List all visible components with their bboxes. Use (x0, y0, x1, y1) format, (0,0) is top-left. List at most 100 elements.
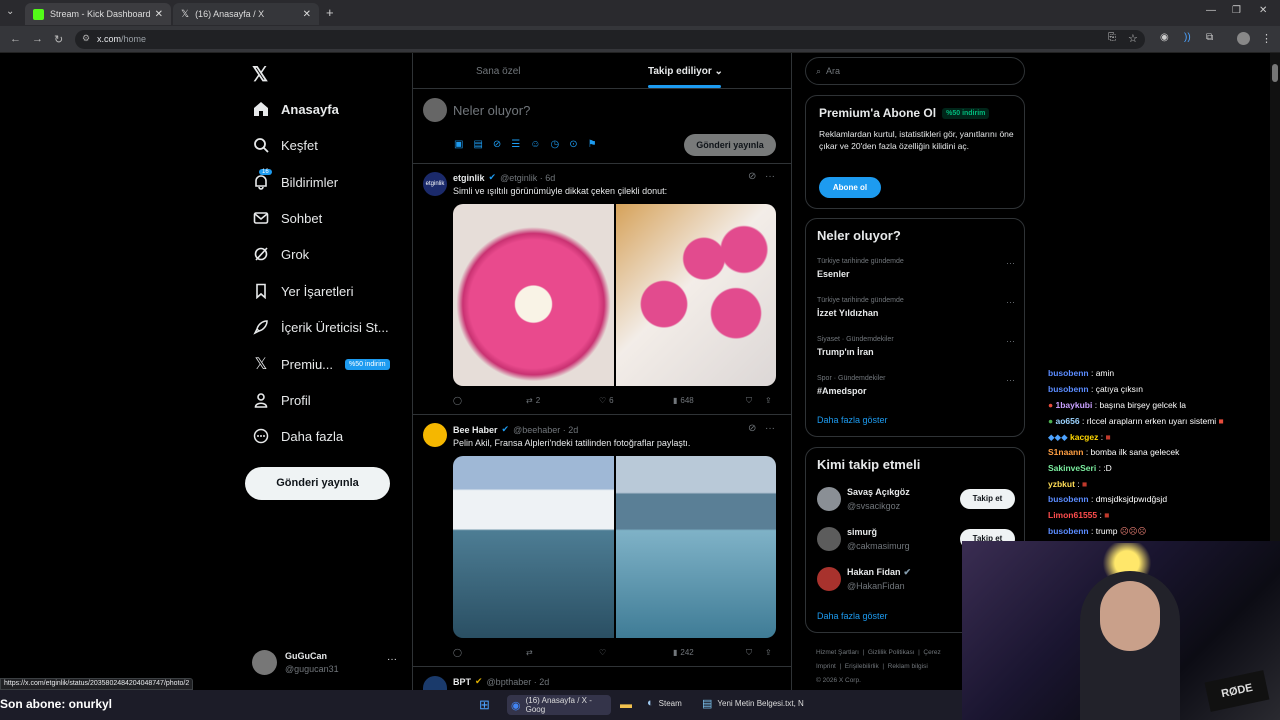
cast-icon[interactable]: ⎘ (1108, 32, 1116, 43)
location-icon[interactable]: ⊙ (569, 139, 577, 150)
more-dots-icon[interactable]: ··· (1006, 297, 1015, 307)
taskbar-steam[interactable]: ◐ Steam (647, 697, 682, 709)
tweet-author[interactable]: etginlik (453, 173, 485, 183)
retweet-action[interactable]: ⇄ 2 (526, 396, 540, 405)
nav-profile[interactable]: Profil (252, 388, 311, 412)
taskbar-explorer[interactable]: ▬ (620, 697, 632, 711)
compose-post-button[interactable]: Gönderi yayınla (684, 134, 776, 156)
tweet-media[interactable] (453, 456, 776, 638)
like-action[interactable]: ♡ 6 (599, 396, 614, 405)
nav-creator-studio[interactable]: İçerik Üreticisi St... (252, 315, 389, 339)
account-switcher[interactable]: GuGuCan @gugucan31 ··· (252, 648, 402, 678)
footer-link[interactable]: Imprint (816, 663, 836, 670)
tweet-author[interactable]: Bee Haber (453, 425, 498, 435)
suggested-avatar[interactable] (817, 567, 841, 591)
more-dots-icon[interactable]: ··· (765, 423, 775, 434)
suggested-avatar[interactable] (817, 487, 841, 511)
nav-home[interactable]: Anasayfa (252, 97, 339, 121)
reply-action[interactable]: ◯ (453, 648, 462, 657)
alps-photo-2[interactable] (615, 456, 776, 638)
new-tab-button[interactable]: + (326, 5, 334, 20)
nav-explore[interactable]: Keşfet (252, 133, 318, 157)
forward-icon[interactable]: → (32, 33, 43, 45)
nav-notifications[interactable]: 16 Bildirimler (252, 169, 338, 194)
subscribe-button[interactable]: Abone ol (819, 177, 881, 198)
nav-messages[interactable]: Sohbet (252, 206, 322, 230)
compose-input[interactable]: Neler oluyor? (453, 103, 530, 118)
back-icon[interactable]: ← (10, 33, 21, 45)
tweet-avatar[interactable]: etginlik (423, 172, 447, 196)
suggested-name[interactable]: simurğ (847, 527, 877, 537)
footer-link[interactable]: Hizmet Şartları (816, 649, 859, 656)
extensions-puzzle-icon[interactable]: ⧉ (1206, 32, 1213, 43)
tab-list-icon[interactable]: ⌄ (6, 6, 14, 17)
views-action[interactable]: ▮ 648 (673, 396, 694, 405)
tab-kick[interactable]: Stream - Kick Dashboard ✕ (25, 3, 171, 25)
more-dots-icon[interactable]: ··· (1006, 375, 1015, 385)
flag-icon[interactable]: ⚑ (588, 139, 597, 150)
donut-box-photo[interactable] (615, 204, 776, 386)
grok-icon[interactable]: ⊘ (748, 171, 756, 182)
bookmark-icon[interactable]: ⛉ (746, 396, 752, 406)
more-dots-icon[interactable]: ··· (1006, 336, 1015, 346)
grok-icon[interactable]: ⊘ (493, 139, 501, 150)
taskbar-notepad[interactable]: ▤ Yeni Metin Belgesi.txt, N (702, 697, 804, 710)
nav-premium[interactable]: 𝕏 Premiu... %50 indirim (252, 352, 390, 376)
taskbar-chrome[interactable]: ◉ (16) Anasayfa / X - Goog (507, 695, 611, 715)
start-button[interactable]: ⊞ (479, 697, 490, 713)
footer-link[interactable]: Çerez (923, 649, 940, 656)
footer-link[interactable]: Erişilebilirlik (845, 663, 879, 670)
trend-item[interactable]: Siyaset · Gündemdekiler Trump'ın İran ··… (817, 336, 1015, 357)
emoji-icon[interactable]: ☺ (530, 139, 540, 150)
trend-item[interactable]: Türkiye tarihinde gündemde Esenler ··· (817, 258, 1015, 279)
suggested-avatar[interactable] (817, 527, 841, 551)
tweet-media[interactable] (453, 204, 776, 386)
search-box[interactable]: ⌕ Ara (805, 57, 1025, 85)
bookmark-icon[interactable]: ⛉ (746, 648, 752, 658)
donut-photo[interactable] (453, 204, 614, 386)
minimize-button[interactable]: — (1206, 5, 1216, 16)
nav-grok[interactable]: Grok (252, 242, 309, 266)
tab-following[interactable]: Takip ediliyor ⌄ (648, 66, 723, 77)
maximize-button[interactable]: ❐ (1232, 5, 1241, 16)
x-logo-icon[interactable]: 𝕏 (252, 62, 268, 87)
share-icon[interactable]: ⇪ (765, 396, 772, 405)
trend-item[interactable]: Türkiye tarihinde gündemde İzzet Yıldızh… (817, 297, 1015, 318)
grok-icon[interactable]: ⊘ (748, 423, 756, 434)
gif-icon[interactable]: ▤ (473, 139, 482, 150)
audio-icon[interactable]: )) (1184, 32, 1191, 43)
tab-for-you[interactable]: Sana özel (476, 66, 520, 77)
bookmark-star-icon[interactable]: ☆ (1128, 32, 1138, 45)
close-tab-icon[interactable]: ✕ (303, 9, 311, 20)
close-tab-icon[interactable]: ✕ (155, 9, 163, 20)
schedule-icon[interactable]: ◷ (550, 139, 559, 150)
like-action[interactable]: ♡ (599, 648, 606, 657)
suggested-name[interactable]: Savaş Açıkgöz (847, 487, 910, 497)
post-button[interactable]: Gönderi yayınla (245, 467, 390, 500)
image-icon[interactable]: ▣ (454, 139, 463, 150)
poll-icon[interactable]: ☰ (511, 139, 520, 150)
nav-bookmarks[interactable]: Yer İşaretleri (252, 279, 354, 303)
show-more-link[interactable]: Daha fazla göster (817, 611, 888, 621)
more-dots-icon[interactable]: ··· (1006, 258, 1015, 268)
show-more-link[interactable]: Daha fazla göster (817, 415, 888, 425)
reload-icon[interactable]: ↻ (54, 33, 63, 46)
tweet-author[interactable]: BPT (453, 677, 471, 687)
more-dots-icon[interactable]: ··· (765, 171, 775, 182)
share-icon[interactable]: ⇪ (765, 648, 772, 657)
footer-link[interactable]: Reklam bilgisi (888, 663, 928, 670)
url-bar[interactable]: x.com/home (75, 30, 1145, 49)
suggested-name-row[interactable]: Hakan Fidan ✔ (847, 567, 911, 578)
scrollbar-thumb[interactable] (1272, 64, 1278, 82)
search-input[interactable]: Ara (826, 66, 840, 76)
alps-photo-1[interactable] (453, 456, 614, 638)
profile-avatar[interactable] (1237, 32, 1250, 45)
nav-more[interactable]: Daha fazla (252, 424, 343, 448)
site-info-icon[interactable]: ⚙ (82, 33, 90, 44)
reply-action[interactable]: ◯ (453, 396, 462, 405)
follow-button[interactable]: Takip et (960, 489, 1015, 509)
trend-item[interactable]: Spor · Gündemdekiler #Amedspor ··· (817, 375, 1015, 396)
extension-icon[interactable]: ◉ (1160, 32, 1169, 43)
tweet-avatar[interactable] (423, 423, 447, 447)
menu-icon[interactable]: ⋮ (1261, 32, 1272, 45)
